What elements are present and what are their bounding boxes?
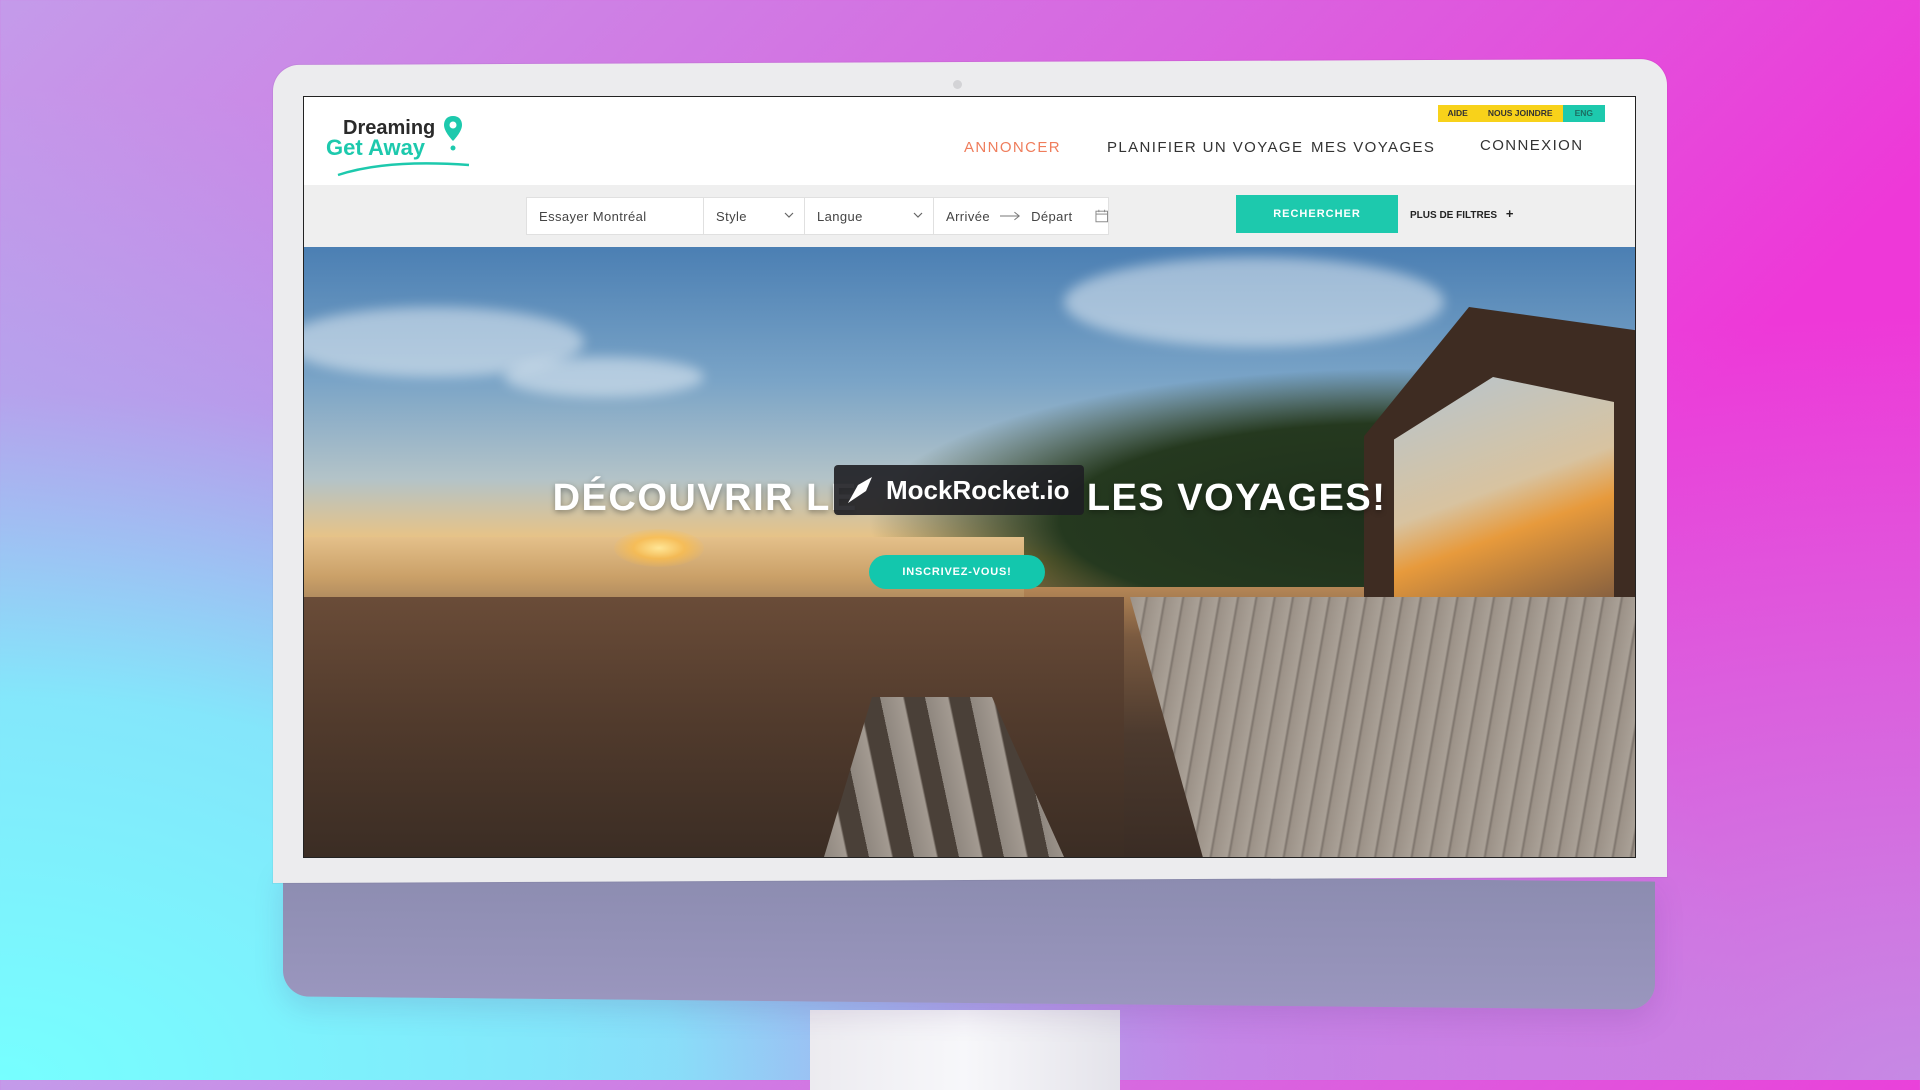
nav-annoncer[interactable]: ANNONCER [964,139,1061,156]
watermark: MockRocket.io [834,465,1084,515]
help-link[interactable]: AIDE [1437,105,1478,122]
language-select[interactable]: Langue [804,197,934,235]
logo-swoosh [337,162,470,177]
style-select[interactable]: Style [703,197,805,235]
watermark-text: MockRocket.io [886,474,1070,505]
arrow-right-icon [999,211,1020,221]
logo[interactable]: Dreaming Get Away [326,115,476,179]
rocket-logo-icon [848,477,872,503]
monitor-screen: Dreaming Get Away AIDE NOUS JOINDRE ENG … [303,96,1636,858]
monitor-stand [810,1010,1120,1090]
utility-bar: AIDE NOUS JOINDRE ENG [1437,105,1605,122]
search-button[interactable]: RECHERCHER [1236,195,1398,233]
sunset-sun [614,529,704,567]
signup-button[interactable]: INSCRIVEZ-VOUS! [869,555,1045,589]
search-bar: Essayer Montréal Style Langue Arrivée Dé… [304,185,1635,247]
monitor-chin [283,868,1655,1010]
site-header: Dreaming Get Away AIDE NOUS JOINDRE ENG … [304,97,1635,185]
nav-connexion[interactable]: CONNEXION [1480,137,1583,154]
wooden-deck [1130,597,1635,857]
language-toggle[interactable]: ENG [1562,105,1605,122]
nav-planifier-voyage[interactable]: PLANIFIER UN VOYAGE [1107,139,1303,156]
chevron-down-icon [913,212,923,218]
location-pin-icon [444,116,462,151]
plus-icon: + [1505,206,1514,221]
language-select-label: Langue [817,208,863,224]
destination-placeholder: Essayer Montréal [539,208,647,224]
departure-label: Départ [1031,208,1073,224]
date-range-input[interactable]: Arrivée Départ [933,197,1109,235]
nav-mes-voyages[interactable]: MES VOYAGES [1311,139,1435,156]
hero-banner: DÉCOUVRIR LE LES VOYAGES! MockRocket.io … [304,247,1635,857]
more-filters-button[interactable]: PLUS DE FILTRES + [1410,201,1513,227]
more-filters-label: PLUS DE FILTRES [1410,210,1498,221]
arrival-label: Arrivée [946,208,990,224]
chevron-down-icon [784,212,794,218]
cloud [504,357,704,397]
cloud [1064,257,1444,347]
contact-link[interactable]: NOUS JOINDRE [1477,105,1563,122]
logo-text-secondary: Get Away [326,135,426,160]
calendar-icon [1095,209,1108,223]
style-select-label: Style [716,208,747,224]
destination-input[interactable]: Essayer Montréal [526,197,704,235]
camera-icon [953,80,962,89]
